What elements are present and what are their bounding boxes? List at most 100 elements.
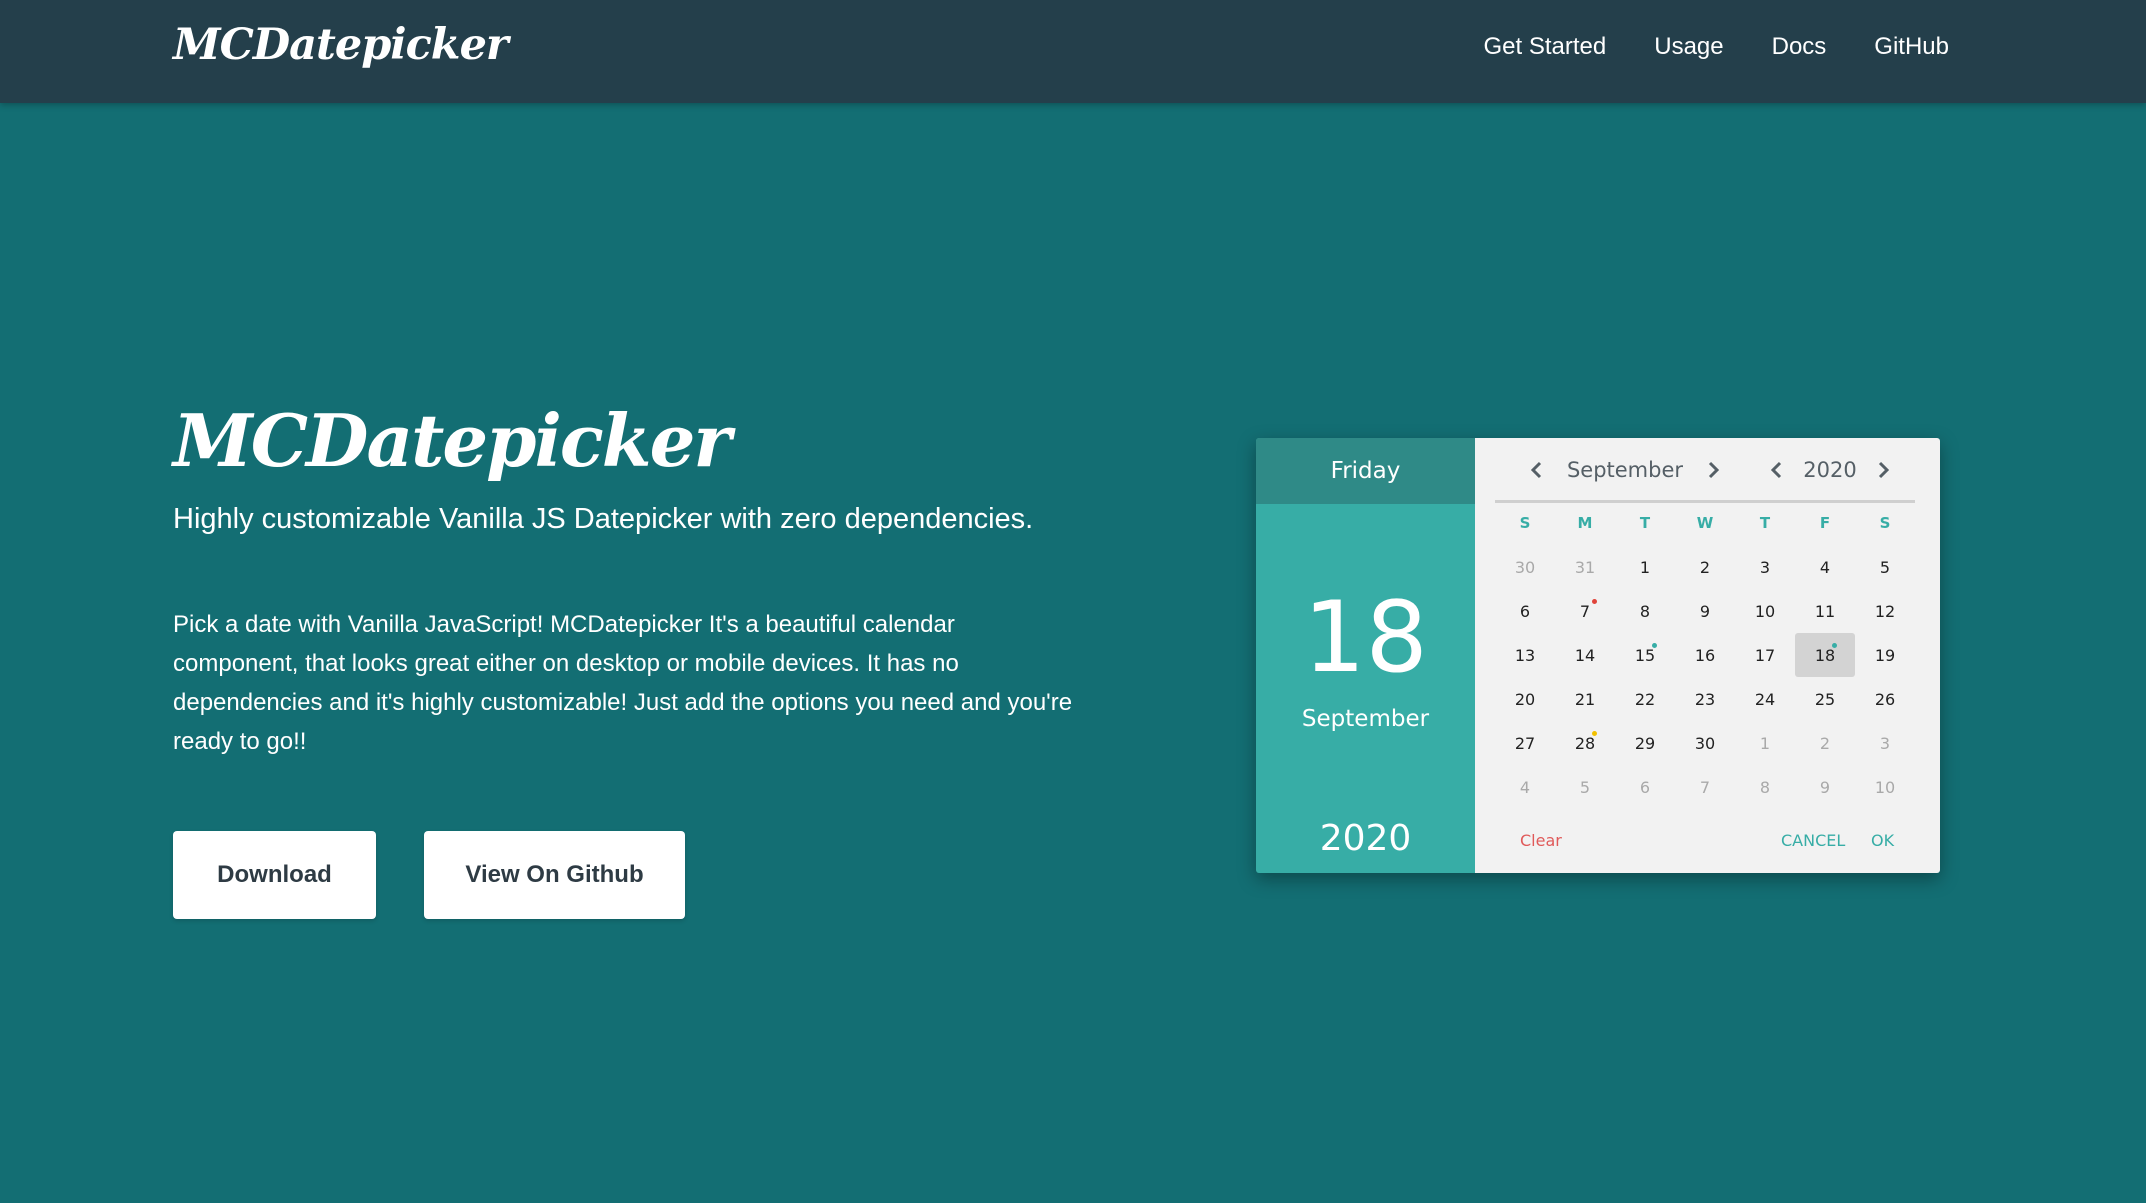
weekday-label: M: [1577, 514, 1593, 532]
weekday-label: T: [1759, 514, 1771, 532]
view-on-github-button[interactable]: View On Github: [424, 831, 685, 919]
calendar-day[interactable]: 10: [1735, 589, 1795, 633]
calendar-day[interactable]: 20: [1495, 677, 1555, 721]
chevron-left-icon: [1530, 461, 1542, 479]
download-button[interactable]: Download: [173, 831, 376, 919]
calendar-day-number: 10: [1874, 777, 1896, 797]
calendar-day[interactable]: 8: [1615, 589, 1675, 633]
calendar-day[interactable]: 1: [1735, 721, 1795, 765]
calendar-day[interactable]: 23: [1675, 677, 1735, 721]
next-month-button[interactable]: [1701, 458, 1725, 482]
calendar-day-number: 4: [1819, 557, 1831, 577]
display-weekday: Friday: [1256, 438, 1475, 504]
calendar-day-number: 29: [1634, 733, 1656, 753]
calendar-day-number: 11: [1814, 601, 1836, 621]
calendar-day[interactable]: 19: [1855, 633, 1915, 677]
calendar-day[interactable]: 5: [1855, 545, 1915, 589]
calendar-day[interactable]: 8: [1735, 765, 1795, 809]
year-selector: 2020: [1765, 450, 1895, 490]
event-dot-icon: [1592, 599, 1597, 604]
calendar-day[interactable]: 29: [1615, 721, 1675, 765]
calendar-day[interactable]: 27: [1495, 721, 1555, 765]
calendar-day[interactable]: 3: [1735, 545, 1795, 589]
datepicker-display: Friday 18 September 2020: [1256, 438, 1475, 873]
month-selector: September: [1525, 450, 1725, 490]
calendar-day[interactable]: 30: [1495, 545, 1555, 589]
calendar-day-number: 19: [1874, 645, 1896, 665]
calendar-day[interactable]: 25: [1795, 677, 1855, 721]
year-label[interactable]: 2020: [1803, 458, 1856, 482]
calendar-day-number: 8: [1759, 777, 1771, 797]
calendar-day-number: 18: [1814, 645, 1836, 665]
nav-link-docs[interactable]: Docs: [1772, 33, 1827, 61]
ok-button[interactable]: OK: [1871, 831, 1894, 850]
calendar-day-number: 3: [1759, 557, 1771, 577]
calendar-day[interactable]: 13: [1495, 633, 1555, 677]
calendar-day[interactable]: 4: [1495, 765, 1555, 809]
calendar-day[interactable]: 26: [1855, 677, 1915, 721]
calendar-day[interactable]: 17: [1735, 633, 1795, 677]
calendar-day-number: 26: [1874, 689, 1896, 709]
datepicker-calendar: September 2020 S M T W T F S 30 31 1 2 3 4 5 6 7…: [1475, 438, 1940, 873]
calendar-day-number: 21: [1574, 689, 1596, 709]
weekday-label: S: [1519, 514, 1531, 532]
hero-title: MCDatepicker: [173, 398, 731, 483]
calendar-day-number: 9: [1819, 777, 1831, 797]
brand-logo[interactable]: MCDatepicker: [173, 20, 509, 70]
calendar-day[interactable]: 2: [1675, 545, 1735, 589]
calendar-day-number: 5: [1579, 777, 1591, 797]
calendar-day[interactable]: 9: [1675, 589, 1735, 633]
weekday-label: T: [1639, 514, 1651, 532]
cancel-button[interactable]: CANCEL: [1781, 831, 1845, 850]
calendar-day[interactable]: 15: [1615, 633, 1675, 677]
calendar-day[interactable]: 6: [1495, 589, 1555, 633]
chevron-right-icon: [1878, 461, 1890, 479]
calendar-day[interactable]: 5: [1555, 765, 1615, 809]
next-year-button[interactable]: [1871, 458, 1895, 482]
calendar-day[interactable]: 2: [1795, 721, 1855, 765]
calendar-day-number: 23: [1694, 689, 1716, 709]
calendar-day-number: 6: [1519, 601, 1531, 621]
calendar-day[interactable]: 7: [1555, 589, 1615, 633]
calendar-day[interactable]: 3: [1855, 721, 1915, 765]
calendar-day[interactable]: 12: [1855, 589, 1915, 633]
calendar-day-number: 30: [1694, 733, 1716, 753]
month-label[interactable]: September: [1567, 458, 1683, 482]
clear-button[interactable]: Clear: [1520, 831, 1562, 850]
calendar-day-number: 7: [1699, 777, 1711, 797]
calendar-day[interactable]: 28: [1555, 721, 1615, 765]
weekday-label: F: [1819, 514, 1831, 532]
calendar-divider: [1495, 500, 1915, 503]
calendar-day[interactable]: 21: [1555, 677, 1615, 721]
calendar-day[interactable]: 10: [1855, 765, 1915, 809]
calendar-day[interactable]: 6: [1615, 765, 1675, 809]
calendar-day[interactable]: 1: [1615, 545, 1675, 589]
nav-link-get-started[interactable]: Get Started: [1484, 33, 1607, 61]
calendar-day-number: 5: [1879, 557, 1891, 577]
calendar-day-number: 1: [1639, 557, 1651, 577]
datepicker: Friday 18 September 2020 September 2020 …: [1256, 438, 1940, 873]
calendar-day[interactable]: 9: [1795, 765, 1855, 809]
calendar-day-number: 14: [1574, 645, 1596, 665]
calendar-day[interactable]: 22: [1615, 677, 1675, 721]
calendar-day[interactable]: 24: [1735, 677, 1795, 721]
calendar-day[interactable]: 11: [1795, 589, 1855, 633]
calendar-day-number: 2: [1819, 733, 1831, 753]
calendar-day[interactable]: 14: [1555, 633, 1615, 677]
calendar-day-number: 22: [1634, 689, 1656, 709]
nav-link-github[interactable]: GitHub: [1874, 33, 1949, 61]
calendar-day[interactable]: 30: [1675, 721, 1735, 765]
calendar-day[interactable]: 7: [1675, 765, 1735, 809]
calendar-day-number: 27: [1514, 733, 1536, 753]
calendar-day-number: 3: [1879, 733, 1891, 753]
nav-link-usage[interactable]: Usage: [1654, 33, 1723, 61]
calendar-day[interactable]: 16: [1675, 633, 1735, 677]
prev-year-button[interactable]: [1765, 458, 1789, 482]
calendar-day-number: 28: [1574, 733, 1596, 753]
calendar-day-selected[interactable]: 18: [1795, 633, 1855, 677]
calendar-day[interactable]: 31: [1555, 545, 1615, 589]
calendar-day[interactable]: 4: [1795, 545, 1855, 589]
calendar-day-number: 30: [1514, 557, 1536, 577]
prev-month-button[interactable]: [1525, 458, 1549, 482]
main-nav: Get Started Usage Docs GitHub: [1484, 33, 1950, 61]
